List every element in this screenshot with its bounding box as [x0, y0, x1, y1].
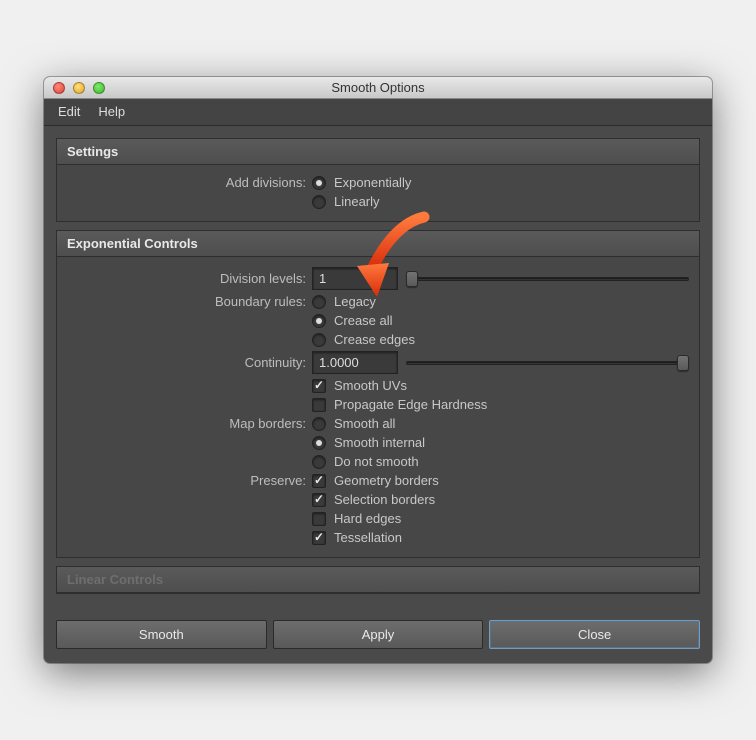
radio-smooth-internal[interactable] [312, 436, 326, 450]
radio-smooth-all-label: Smooth all [334, 416, 395, 431]
button-bar: Smooth Apply Close [44, 614, 712, 663]
close-icon[interactable] [53, 82, 65, 94]
check-geometry-borders[interactable] [312, 474, 326, 488]
smooth-button[interactable]: Smooth [56, 620, 267, 649]
traffic-lights [44, 82, 105, 94]
check-selection-label: Selection borders [334, 492, 435, 507]
check-tessellation[interactable] [312, 531, 326, 545]
zoom-icon[interactable] [93, 82, 105, 94]
check-smooth-uvs[interactable] [312, 379, 326, 393]
radio-smooth-internal-label: Smooth internal [334, 435, 425, 450]
check-propagate-label: Propagate Edge Hardness [334, 397, 487, 412]
window-title: Smooth Options [44, 80, 712, 95]
boundary-rules-label: Boundary rules: [67, 294, 312, 309]
radio-exponentially-label: Exponentially [334, 175, 411, 190]
radio-legacy-label: Legacy [334, 294, 376, 309]
division-levels-input[interactable]: 1 [312, 267, 398, 290]
menu-help[interactable]: Help [98, 104, 125, 119]
radio-exponentially[interactable] [312, 176, 326, 190]
radio-smooth-all[interactable] [312, 417, 326, 431]
radio-legacy[interactable] [312, 295, 326, 309]
add-divisions-label: Add divisions: [67, 175, 312, 190]
smooth-options-window: Smooth Options Edit Help Settings Add di… [44, 77, 712, 663]
radio-crease-all[interactable] [312, 314, 326, 328]
radio-linearly-label: Linearly [334, 194, 380, 209]
menubar: Edit Help [44, 99, 712, 126]
preserve-label: Preserve: [67, 473, 312, 488]
check-hard-label: Hard edges [334, 511, 401, 526]
check-hard-edges[interactable] [312, 512, 326, 526]
settings-header: Settings [57, 139, 699, 165]
radio-do-not-smooth[interactable] [312, 455, 326, 469]
titlebar: Smooth Options [44, 77, 712, 99]
apply-button[interactable]: Apply [273, 620, 484, 649]
check-selection-borders[interactable] [312, 493, 326, 507]
check-tessellation-label: Tessellation [334, 530, 402, 545]
radio-linearly[interactable] [312, 195, 326, 209]
map-borders-label: Map borders: [67, 416, 312, 431]
close-button[interactable]: Close [489, 620, 700, 649]
exponential-panel: Exponential Controls Division levels: 1 … [56, 230, 700, 558]
exponential-header: Exponential Controls [57, 231, 699, 257]
check-smooth-uvs-label: Smooth UVs [334, 378, 407, 393]
dialog-body: Settings Add divisions: Exponentially Li… [44, 126, 712, 614]
radio-crease-all-label: Crease all [334, 313, 393, 328]
continuity-slider[interactable] [406, 356, 689, 370]
continuity-label: Continuity: [67, 355, 312, 370]
linear-panel: Linear Controls [56, 566, 700, 594]
radio-do-not-smooth-label: Do not smooth [334, 454, 419, 469]
division-levels-slider[interactable] [406, 272, 689, 286]
division-levels-label: Division levels: [67, 271, 312, 286]
radio-crease-edges-label: Crease edges [334, 332, 415, 347]
settings-panel: Settings Add divisions: Exponentially Li… [56, 138, 700, 222]
menu-edit[interactable]: Edit [58, 104, 80, 119]
linear-header: Linear Controls [57, 567, 699, 593]
minimize-icon[interactable] [73, 82, 85, 94]
check-geometry-label: Geometry borders [334, 473, 439, 488]
radio-crease-edges[interactable] [312, 333, 326, 347]
check-propagate-edge-hardness[interactable] [312, 398, 326, 412]
continuity-input[interactable]: 1.0000 [312, 351, 398, 374]
